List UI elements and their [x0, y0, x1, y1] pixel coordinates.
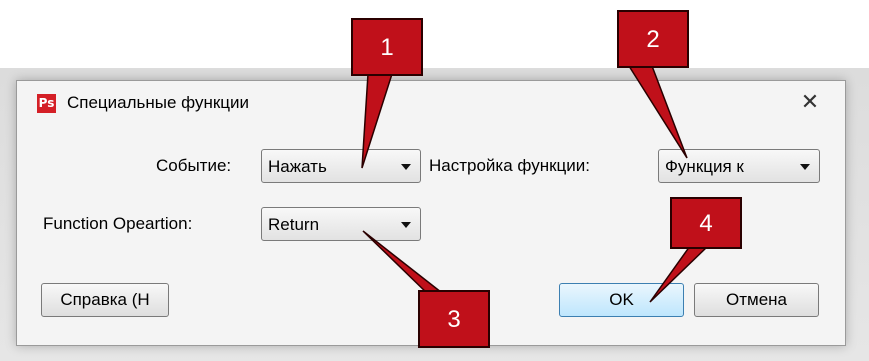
callout-pointer-2 [627, 65, 688, 159]
callout-pointer-3 [362, 230, 449, 297]
callout-pointer-4 [649, 245, 710, 303]
callout-1: 1 [351, 18, 423, 76]
callout-2: 2 [617, 10, 689, 68]
callout-3: 3 [418, 290, 490, 348]
callout-4: 4 [670, 197, 742, 249]
callout-pointer-1 [361, 73, 394, 169]
